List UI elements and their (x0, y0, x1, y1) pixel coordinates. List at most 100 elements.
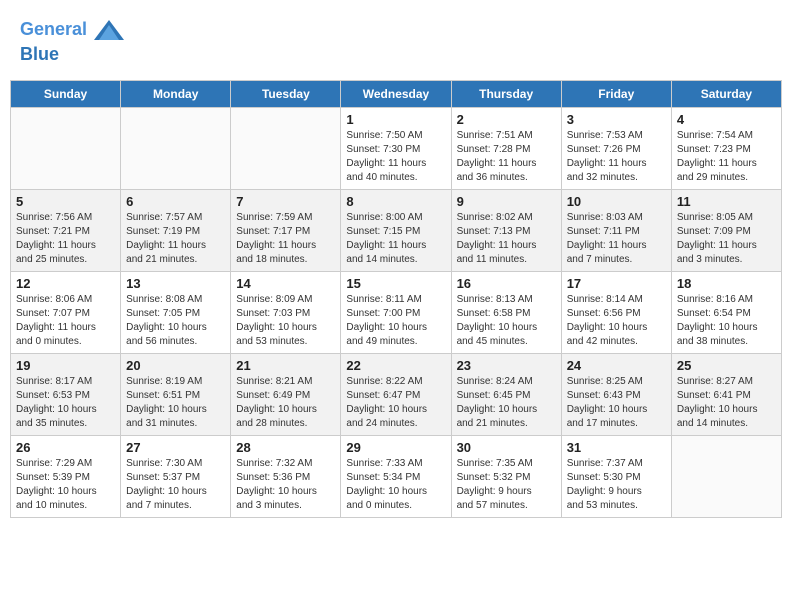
day-number: 10 (567, 194, 666, 209)
logo: General Blue (20, 15, 124, 65)
day-number: 7 (236, 194, 335, 209)
calendar-cell: 11Sunrise: 8:05 AM Sunset: 7:09 PM Dayli… (671, 189, 781, 271)
calendar-week-row: 26 Sunrise: 7:29 AM Sunset: 5:39 PM Dayli… (11, 435, 782, 517)
day-number: 27 (126, 440, 225, 455)
day-number: 22 (346, 358, 445, 373)
day-number: 17 (567, 276, 666, 291)
day-info: Sunrise: 8:22 AM Sunset: 6:47 PM Dayligh… (346, 375, 445, 431)
calendar-cell (231, 107, 341, 189)
day-info: Sunrise: 7:57 AM Sunset: 7:19 PM Dayligh… (126, 211, 225, 267)
day-info: Sunrise: 7:56 AM Sunset: 7:21 PM Dayligh… (16, 211, 115, 267)
calendar-table: SundayMondayTuesdayWednesdayThursdayFrid… (10, 80, 782, 518)
day-info: Sunrise: 8:14 AM Sunset: 6:56 PM Dayligh… (567, 293, 666, 349)
day-of-week-header: Wednesday (341, 80, 451, 107)
calendar-cell: 12 Sunrise: 8:06 AM Sunset: 7:07 PM Dayli… (11, 271, 121, 353)
calendar-cell: 21 Sunrise: 8:21 AM Sunset: 6:49 PM Dayli… (231, 353, 341, 435)
calendar-cell: 10 Sunrise: 8:03 AM Sunset: 7:11 PM Dayli… (561, 189, 671, 271)
calendar-cell: 27 Sunrise: 7:30 AM Sunset: 5:37 PM Dayli… (121, 435, 231, 517)
day-info: Sunrise: 7:59 AM Sunset: 7:17 PM Dayligh… (236, 211, 335, 267)
day-info: Sunrise: 8:16 AM Sunset: 6:54 PM Dayligh… (677, 293, 776, 349)
day-of-week-header: Saturday (671, 80, 781, 107)
logo-text: General (20, 15, 124, 45)
calendar-cell: 23Sunrise: 8:24 AM Sunset: 6:45 PM Dayli… (451, 353, 561, 435)
day-info: Sunrise: 8:00 AM Sunset: 7:15 PM Dayligh… (346, 211, 445, 267)
day-of-week-header: Thursday (451, 80, 561, 107)
day-number: 16 (457, 276, 556, 291)
calendar-cell: 1 Sunrise: 7:50 AM Sunset: 7:30 PM Daylig… (341, 107, 451, 189)
day-info: Sunrise: 8:21 AM Sunset: 6:49 PM Dayligh… (236, 375, 335, 431)
day-info: Sunrise: 7:33 AM Sunset: 5:34 PM Dayligh… (346, 457, 445, 513)
day-number: 24 (567, 358, 666, 373)
day-number: 26 (16, 440, 115, 455)
day-of-week-header: Sunday (11, 80, 121, 107)
calendar-cell: 30Sunrise: 7:35 AM Sunset: 5:32 PM Dayli… (451, 435, 561, 517)
day-info: Sunrise: 8:09 AM Sunset: 7:03 PM Dayligh… (236, 293, 335, 349)
day-number: 2 (457, 112, 556, 127)
day-info: Sunrise: 7:37 AM Sunset: 5:30 PM Dayligh… (567, 457, 666, 513)
calendar-cell: 6 Sunrise: 7:57 AM Sunset: 7:19 PM Daylig… (121, 189, 231, 271)
day-of-week-header: Monday (121, 80, 231, 107)
day-number: 1 (346, 112, 445, 127)
calendar-header-row: SundayMondayTuesdayWednesdayThursdayFrid… (11, 80, 782, 107)
calendar-cell: 31 Sunrise: 7:37 AM Sunset: 5:30 PM Dayli… (561, 435, 671, 517)
day-info: Sunrise: 7:30 AM Sunset: 5:37 PM Dayligh… (126, 457, 225, 513)
calendar-cell: 19 Sunrise: 8:17 AM Sunset: 6:53 PM Dayli… (11, 353, 121, 435)
day-info: Sunrise: 7:51 AM Sunset: 7:28 PM Dayligh… (457, 129, 556, 185)
day-info: Sunrise: 7:50 AM Sunset: 7:30 PM Dayligh… (346, 129, 445, 185)
calendar-cell: 8 Sunrise: 8:00 AM Sunset: 7:15 PM Daylig… (341, 189, 451, 271)
day-number: 14 (236, 276, 335, 291)
calendar-cell (121, 107, 231, 189)
calendar-cell: 3 Sunrise: 7:53 AM Sunset: 7:26 PM Daylig… (561, 107, 671, 189)
day-info: Sunrise: 8:17 AM Sunset: 6:53 PM Dayligh… (16, 375, 115, 431)
day-number: 4 (677, 112, 776, 127)
day-info: Sunrise: 8:11 AM Sunset: 7:00 PM Dayligh… (346, 293, 445, 349)
calendar-cell: 17 Sunrise: 8:14 AM Sunset: 6:56 PM Dayli… (561, 271, 671, 353)
logo-blue: Blue (20, 45, 124, 65)
calendar-cell: 7 Sunrise: 7:59 AM Sunset: 7:17 PM Daylig… (231, 189, 341, 271)
day-info: Sunrise: 8:27 AM Sunset: 6:41 PM Dayligh… (677, 375, 776, 431)
calendar-cell: 4Sunrise: 7:54 AM Sunset: 7:23 PM Daylig… (671, 107, 781, 189)
calendar-cell: 24 Sunrise: 8:25 AM Sunset: 6:43 PM Dayli… (561, 353, 671, 435)
page-header: General Blue (10, 10, 782, 70)
calendar-cell: 5 Sunrise: 7:56 AM Sunset: 7:21 PM Daylig… (11, 189, 121, 271)
calendar-cell: 16Sunrise: 8:13 AM Sunset: 6:58 PM Dayli… (451, 271, 561, 353)
day-of-week-header: Friday (561, 80, 671, 107)
day-number: 18 (677, 276, 776, 291)
day-number: 30 (457, 440, 556, 455)
day-number: 6 (126, 194, 225, 209)
calendar-cell: 14 Sunrise: 8:09 AM Sunset: 7:03 PM Dayli… (231, 271, 341, 353)
calendar-cell: 26 Sunrise: 7:29 AM Sunset: 5:39 PM Dayli… (11, 435, 121, 517)
calendar-cell: 22 Sunrise: 8:22 AM Sunset: 6:47 PM Dayli… (341, 353, 451, 435)
day-info: Sunrise: 8:06 AM Sunset: 7:07 PM Dayligh… (16, 293, 115, 349)
day-number: 12 (16, 276, 115, 291)
calendar-week-row: 19 Sunrise: 8:17 AM Sunset: 6:53 PM Dayli… (11, 353, 782, 435)
day-number: 19 (16, 358, 115, 373)
calendar-cell (671, 435, 781, 517)
calendar-cell: 2 Sunrise: 7:51 AM Sunset: 7:28 PM Daylig… (451, 107, 561, 189)
day-info: Sunrise: 8:25 AM Sunset: 6:43 PM Dayligh… (567, 375, 666, 431)
calendar-cell (11, 107, 121, 189)
day-number: 21 (236, 358, 335, 373)
calendar-cell: 9 Sunrise: 8:02 AM Sunset: 7:13 PM Daylig… (451, 189, 561, 271)
day-number: 31 (567, 440, 666, 455)
calendar-cell: 13 Sunrise: 8:08 AM Sunset: 7:05 PM Dayli… (121, 271, 231, 353)
calendar-cell: 20Sunrise: 8:19 AM Sunset: 6:51 PM Dayli… (121, 353, 231, 435)
day-number: 28 (236, 440, 335, 455)
day-info: Sunrise: 8:03 AM Sunset: 7:11 PM Dayligh… (567, 211, 666, 267)
calendar-cell: 18 Sunrise: 8:16 AM Sunset: 6:54 PM Dayli… (671, 271, 781, 353)
day-number: 5 (16, 194, 115, 209)
day-number: 8 (346, 194, 445, 209)
day-of-week-header: Tuesday (231, 80, 341, 107)
day-number: 13 (126, 276, 225, 291)
day-number: 20 (126, 358, 225, 373)
day-info: Sunrise: 7:29 AM Sunset: 5:39 PM Dayligh… (16, 457, 115, 513)
day-info: Sunrise: 8:02 AM Sunset: 7:13 PM Dayligh… (457, 211, 556, 267)
day-number: 9 (457, 194, 556, 209)
day-info: Sunrise: 8:24 AM Sunset: 6:45 PM Dayligh… (457, 375, 556, 431)
day-info: Sunrise: 7:53 AM Sunset: 7:26 PM Dayligh… (567, 129, 666, 185)
calendar-cell: 15Sunrise: 8:11 AM Sunset: 7:00 PM Dayli… (341, 271, 451, 353)
day-number: 3 (567, 112, 666, 127)
day-info: Sunrise: 8:08 AM Sunset: 7:05 PM Dayligh… (126, 293, 225, 349)
day-number: 29 (346, 440, 445, 455)
calendar-cell: 25Sunrise: 8:27 AM Sunset: 6:41 PM Dayli… (671, 353, 781, 435)
